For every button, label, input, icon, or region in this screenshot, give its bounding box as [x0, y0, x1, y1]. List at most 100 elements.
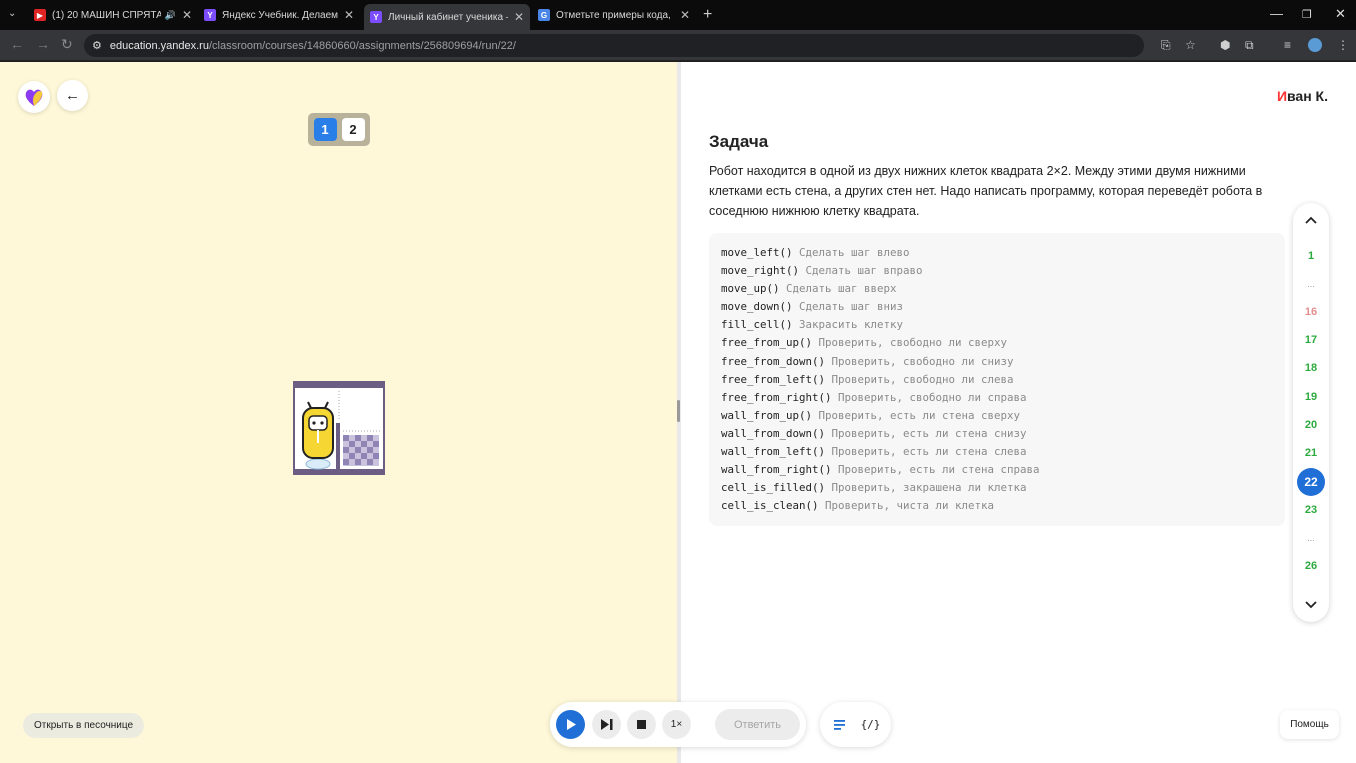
site-info-icon[interactable]: ⚙ — [92, 39, 102, 52]
command-description: Проверить, свободно ли слева — [831, 372, 1014, 386]
pager-down-chevron-icon[interactable] — [1297, 595, 1325, 615]
level-tab-1[interactable]: 1 — [313, 118, 337, 141]
browser-tab-yandex-uchebnik[interactable]: Y Яндекс Учебник. Делаем IT-об ✕ — [198, 4, 360, 26]
pager-item-22-current[interactable]: 22 — [1297, 468, 1325, 496]
wall-between-cells — [336, 423, 340, 469]
command-name: wall_from_down() — [721, 426, 826, 440]
pager-item-20[interactable]: 20 — [1297, 411, 1325, 439]
play-icon — [566, 719, 576, 730]
code-view-button[interactable]: {/} — [859, 713, 882, 736]
tab-close-icon[interactable]: ✕ — [182, 8, 192, 22]
browser-tab-code-examples[interactable]: G Отметьте примеры кода, в ко ✕ — [532, 4, 696, 26]
pager-item-23[interactable]: 23 — [1297, 496, 1325, 524]
youtube-favicon-icon: ▶ — [34, 9, 46, 21]
command-description: Проверить, закрашена ли клетка — [831, 481, 1027, 495]
pager-ellipsis[interactable]: ... — [1297, 524, 1325, 552]
playback-controls: 1× Ответить — [550, 702, 806, 747]
media-control-icon[interactable]: ≡ — [1284, 38, 1291, 52]
command-description: Проверить, свободно ли сверху — [818, 336, 1008, 350]
browser-tab-youtube[interactable]: ▶ (1) 20 МАШИН СПРЯТАНЫ 🔊 ✕ — [28, 4, 198, 26]
pager-item-19[interactable]: 19 — [1297, 383, 1325, 411]
command-line: move_right() Сделать шаг вправо — [721, 262, 1273, 280]
command-description: Проверить, есть ли стена слева — [831, 445, 1027, 459]
extensions-puzzle-icon[interactable]: ⧉ — [1245, 38, 1254, 53]
close-window-icon[interactable]: ✕ — [1335, 6, 1346, 22]
task-description: Робот находится в одной из двух нижних к… — [709, 164, 1263, 218]
user-name[interactable]: Иван К. — [1277, 88, 1328, 104]
restore-icon[interactable]: ❐ — [1302, 8, 1312, 21]
speed-button[interactable]: 1× — [662, 710, 691, 739]
minimize-icon[interactable]: — — [1270, 6, 1283, 21]
command-line: free_from_left() Проверить, свободно ли … — [721, 371, 1273, 389]
extension-cube-icon[interactable]: ⬢ — [1220, 38, 1230, 52]
level-tab-2[interactable]: 2 — [341, 118, 365, 141]
audio-icon[interactable]: 🔊 — [165, 10, 176, 21]
pager-up-chevron-icon[interactable] — [1297, 210, 1325, 230]
browser-tab-bar: ⌄ ▶ (1) 20 МАШИН СПРЯТАНЫ 🔊 ✕ Y Яндекс У… — [0, 0, 1356, 30]
command-name: free_from_right() — [721, 390, 832, 404]
grid-bottom-frame — [294, 469, 384, 475]
pager-item-26[interactable]: 26 — [1297, 552, 1325, 580]
command-name: wall_from_left() — [721, 445, 826, 459]
command-line: cell_is_clean() Проверить, чиста ли клет… — [721, 497, 1273, 515]
tab-search-chevron-icon[interactable]: ⌄ — [8, 8, 16, 19]
help-button[interactable]: Помощь — [1280, 710, 1339, 739]
pager-ellipsis[interactable]: ... — [1297, 270, 1325, 298]
bookmark-star-icon[interactable]: ☆ — [1185, 38, 1196, 52]
command-name: cell_is_filled() — [721, 481, 826, 495]
forward-arrow-icon[interactable]: → — [36, 36, 50, 52]
url-host: education.yandex.ru — [109, 39, 209, 52]
command-name: wall_from_up() — [721, 408, 813, 422]
open-in-sandbox-button[interactable]: Открыть в песочнице — [23, 713, 145, 738]
yandex-uchebnik-logo[interactable] — [18, 81, 50, 113]
new-tab-plus-icon[interactable]: + — [703, 6, 712, 24]
back-arrow-icon[interactable]: ← — [10, 36, 24, 52]
pager-item-18[interactable]: 18 — [1297, 354, 1325, 382]
command-description: Закрасить клетку — [799, 318, 904, 332]
user-name-initial: И — [1276, 88, 1287, 104]
command-name: fill_cell() — [721, 318, 793, 332]
commands-reference: move_left() Сделать шаг влево move_right… — [709, 233, 1285, 526]
play-button[interactable] — [556, 710, 585, 739]
pager-item-1[interactable]: 1 — [1297, 242, 1325, 270]
command-line: move_left() Сделать шаг влево — [721, 244, 1273, 262]
command-description: Сделать шаг влево — [799, 246, 910, 259]
reload-icon[interactable]: ↻ — [61, 36, 73, 53]
browser-tab-student-cabinet[interactable]: Y Личный кабинет ученика — Я ✕ — [364, 4, 530, 30]
pager-item-21[interactable]: 21 — [1297, 439, 1325, 467]
tab-close-icon[interactable]: ✕ — [680, 8, 690, 22]
command-description: Сделать шаг вверх — [786, 282, 897, 296]
command-line: wall_from_up() Проверить, есть ли стена … — [721, 407, 1273, 425]
command-line: move_up() Сделать шаг вверх — [721, 280, 1273, 298]
command-name: free_from_up() — [721, 336, 813, 350]
user-name-rest: ван К. — [1287, 88, 1328, 104]
tab-title: Личный кабинет ученика — Я — [388, 11, 508, 23]
tab-title: (1) 20 МАШИН СПРЯТАНЫ — [52, 9, 161, 21]
back-button[interactable]: ← — [57, 80, 88, 111]
pager-item-16[interactable]: 16 — [1297, 298, 1325, 326]
command-description: Проверить, чиста ли клетка — [825, 499, 995, 513]
robot-field-panel: ← 1 2 Открыть в песочнице — [0, 62, 677, 763]
command-description: Проверить, есть ли стена справа — [838, 463, 1040, 477]
pager-item-17[interactable]: 17 — [1297, 326, 1325, 354]
view-toggle: {/} — [820, 702, 891, 747]
browser-menu-icon[interactable]: ⋮ — [1337, 38, 1349, 52]
command-description: Проверить, свободно ли справа — [838, 390, 1027, 404]
text-view-button[interactable] — [828, 713, 851, 736]
submit-answer-button[interactable]: Ответить — [715, 709, 800, 740]
tab-close-icon[interactable]: ✕ — [344, 8, 354, 22]
grid-top-frame — [294, 382, 384, 388]
profile-avatar-icon[interactable] — [1308, 38, 1322, 52]
command-line: free_from_right() Проверить, свободно ли… — [721, 389, 1273, 407]
command-name: move_left() — [721, 246, 793, 259]
step-button[interactable] — [592, 710, 621, 739]
tab-close-icon[interactable]: ✕ — [514, 10, 524, 24]
url-input[interactable]: ⚙ education.yandex.ru /classroom/courses… — [84, 34, 1144, 57]
panel-resize-handle[interactable] — [677, 400, 680, 422]
install-app-icon[interactable]: ⎘ — [1161, 38, 1171, 53]
command-name: cell_is_clean() — [721, 499, 819, 513]
stop-icon — [637, 720, 646, 729]
stop-button[interactable] — [627, 710, 656, 739]
command-description: Сделать шаг вправо — [805, 264, 923, 278]
forms-favicon-icon: G — [538, 9, 550, 21]
